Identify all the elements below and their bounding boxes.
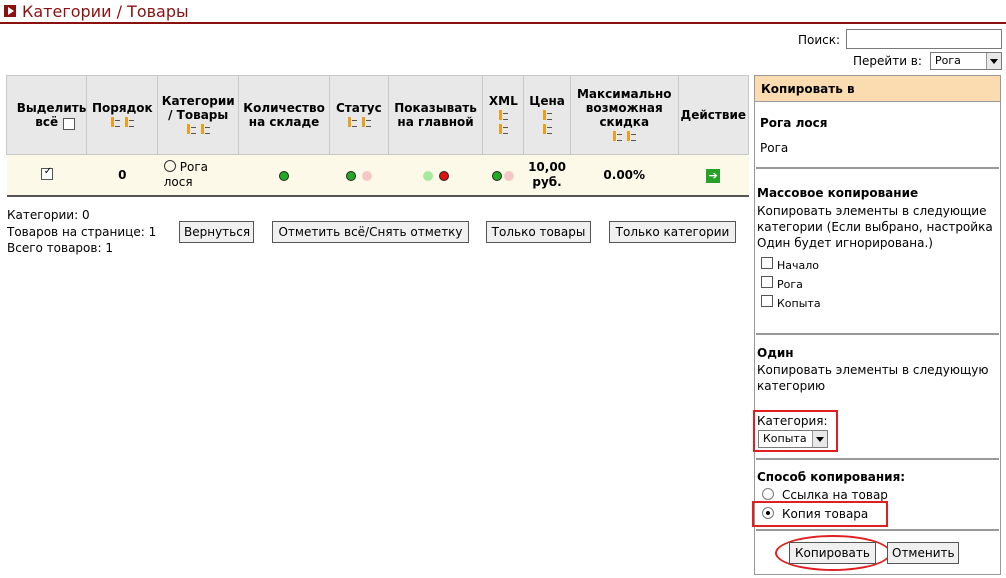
xml-on-icon[interactable] (492, 170, 503, 181)
divider (756, 458, 999, 460)
select-all-checkbox[interactable] (62, 118, 75, 130)
sort-asc-icon[interactable] (625, 131, 637, 142)
category-label: Категория: (757, 414, 828, 428)
only-categories-button[interactable]: Только категории (609, 221, 736, 243)
header-stock: Количество на складе (238, 75, 330, 155)
sort-desc-icon[interactable] (541, 110, 553, 121)
product-title: Рога лося (760, 116, 828, 130)
method-copy-radio[interactable] (762, 507, 774, 519)
mass-option-hooves: Копыта (777, 297, 821, 310)
stats-categories: Категории: 0 (7, 208, 90, 222)
row-show-main-cell (388, 154, 483, 197)
table-row: ✓ 0 Рога лося 10,00 руб. 0.00% ➔ (6, 154, 749, 197)
header-show-main-label: Показывать на главной (394, 101, 477, 129)
goto-label: Перейти в: (853, 54, 922, 68)
sort-desc-icon[interactable] (185, 124, 197, 135)
divider (756, 333, 999, 335)
header-price-label: Цена (529, 94, 565, 108)
copy-method-title: Способ копирования: (757, 470, 906, 484)
header-show-main: Показывать на главной (387, 75, 484, 155)
page-title: Категории / Товары (22, 2, 189, 21)
only-products-button[interactable]: Только товары (486, 221, 591, 243)
sort-asc-icon[interactable] (497, 124, 509, 135)
arrow-right-icon[interactable]: ➔ (706, 168, 721, 183)
category-select-value: Копыта (763, 432, 807, 445)
chevron-down-icon[interactable] (986, 53, 1001, 69)
show-main-on-icon[interactable] (422, 170, 433, 181)
mass-option-checkbox-horns[interactable] (761, 276, 773, 288)
mass-copy-desc: Копировать элементы в следующие категори… (757, 204, 993, 250)
header-max-discount: Максимально возможная скидка (569, 75, 679, 155)
mass-option-start: Начало (777, 259, 820, 272)
sort-asc-icon[interactable] (123, 117, 135, 128)
single-copy-title: Один (757, 346, 794, 360)
row-select-cell: ✓ (6, 154, 87, 197)
sort-desc-icon[interactable] (611, 131, 623, 142)
header-xml: XML (482, 75, 525, 155)
status-active-icon[interactable] (345, 170, 356, 181)
header-status: Статус (328, 75, 389, 155)
category-select[interactable]: Копыта (758, 430, 828, 448)
row-action-cell: ➔ (678, 154, 749, 197)
status-inactive-icon[interactable] (361, 170, 372, 181)
chevron-down-icon[interactable] (812, 431, 827, 447)
row-name-cell: Рога лося (157, 154, 239, 197)
header-xml-label: XML (488, 94, 518, 108)
header-action: Действие (677, 75, 750, 155)
header-order: Порядок (86, 75, 159, 155)
header-max-discount-label: Максимально возможная скидка (576, 87, 672, 129)
header-select-all: Выделить всё (5, 75, 88, 155)
mass-option-checkbox-hooves[interactable] (761, 295, 773, 307)
row-discount: 0.00% (570, 154, 679, 197)
magnifier-icon[interactable] (163, 160, 176, 172)
divider (756, 167, 999, 169)
header-status-label: Статус (335, 101, 382, 115)
search-label: Поиск: (798, 33, 841, 47)
header-action-label: Действие (680, 108, 746, 122)
xml-off-icon[interactable] (504, 170, 515, 181)
header-categories-label: Категории / Товары (161, 94, 235, 122)
row-order: 0 (86, 154, 158, 197)
divider (756, 529, 999, 531)
mass-option-horns: Рога (777, 278, 803, 291)
method-link-radio[interactable] (762, 488, 774, 500)
row-stock-cell (238, 154, 330, 197)
stock-green-icon (279, 170, 290, 181)
radio-dot-icon (766, 511, 770, 515)
mass-copy-title: Массовое копирование (757, 186, 919, 200)
products-table: Выделить всё Порядок Категории / Товары … (5, 75, 750, 197)
header-price: Цена (523, 75, 571, 155)
row-xml-cell (482, 154, 524, 197)
copy-button[interactable]: Копировать (789, 542, 876, 564)
stats-per-page: Товаров на странице: 1 (7, 225, 157, 239)
cancel-button[interactable]: Отменить (887, 542, 959, 564)
method-link-label: Ссылка на товар (782, 488, 888, 502)
sort-desc-icon[interactable] (497, 110, 509, 121)
play-icon (4, 5, 16, 17)
back-button[interactable]: Вернуться (179, 221, 254, 243)
header-categories: Категории / Товары (157, 75, 240, 155)
copy-panel-heading: Копировать в (755, 76, 1000, 102)
goto-select-value: Рога (935, 54, 961, 67)
row-status-cell (329, 154, 389, 197)
product-name: Рога (760, 141, 789, 155)
goto-select[interactable]: Рога (930, 52, 1002, 70)
header-stock-label: Количество на складе (243, 101, 325, 129)
toggle-all-button[interactable]: Отметить всё/Снять отметку (272, 221, 469, 243)
header-order-label: Порядок (92, 101, 153, 115)
sort-asc-icon[interactable] (541, 124, 553, 135)
search-input[interactable] (846, 29, 1002, 49)
row-price: 10,00 руб. (523, 154, 571, 197)
method-copy-label: Копия товара (782, 507, 869, 521)
check-icon: ✓ (43, 165, 53, 177)
sort-desc-icon[interactable] (346, 117, 358, 128)
mass-option-checkbox-start[interactable] (761, 257, 773, 269)
sort-desc-icon[interactable] (109, 117, 121, 128)
stats-total: Всего товаров: 1 (7, 241, 113, 255)
show-main-off-icon[interactable] (438, 170, 449, 181)
single-copy-desc: Копировать элементы в следующую категори… (757, 363, 989, 393)
row-checkbox[interactable]: ✓ (40, 165, 53, 180)
sort-asc-icon[interactable] (360, 117, 372, 128)
sort-asc-icon[interactable] (199, 124, 211, 135)
